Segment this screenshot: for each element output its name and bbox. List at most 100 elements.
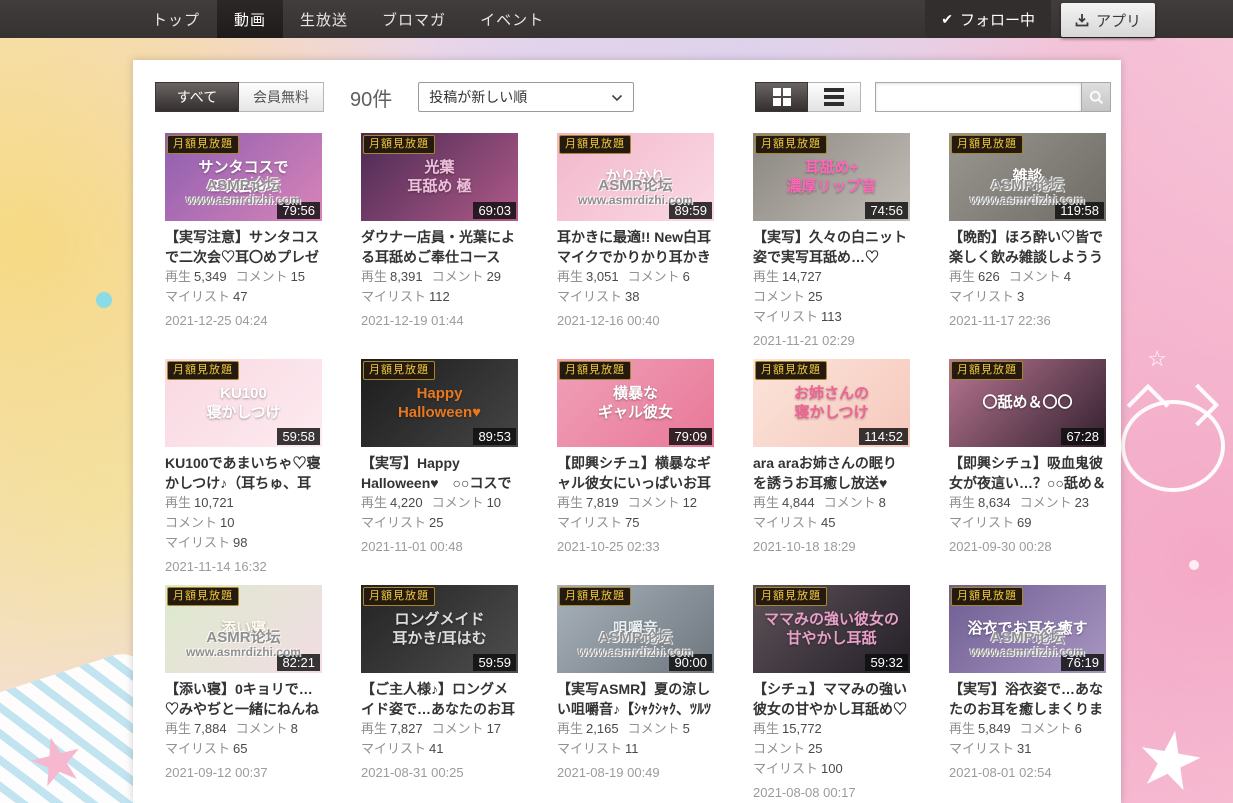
filter-tab-member-free[interactable]: 会員無料 <box>239 82 324 112</box>
video-title[interactable]: ダウナー店員・光葉による耳舐めご奉仕コース 【#い <box>361 227 518 267</box>
video-card[interactable]: ママみの強い彼女の 甘やかし耳舐 月額見放題 59:32 【シチュ】ママみの強い… <box>753 585 910 801</box>
duration-label: 69:03 <box>473 202 516 219</box>
video-stats: 再生4,844コメント8マイリスト45 <box>753 493 910 533</box>
video-card[interactable]: 雑談 月額見放題 119:58 ASMR论坛www.asmrdizhi.com … <box>949 133 1106 349</box>
video-title[interactable]: 【実写】久々の白ニット姿で実写耳舐め…♡ <box>753 227 910 267</box>
grid-icon <box>773 88 791 106</box>
stat-mylist: マイリスト41 <box>361 741 443 756</box>
thumbnail-caption: ママみの強い彼女の 甘やかし耳舐 <box>760 610 903 649</box>
thumbnail-caption: ロングメイド 耳かき/耳はむ <box>388 610 490 649</box>
video-stats: 再生626コメント4マイリスト3 <box>949 267 1106 307</box>
duration-label: 114:52 <box>859 428 908 445</box>
video-card[interactable]: 横暴な ギャル彼女 月額見放題 79:09 【即興シチュ】横暴なギャル彼女にいっ… <box>557 359 714 575</box>
video-card[interactable]: 耳舐め+ 濃厚リップ音 月額見放題 74:56 【実写】久々の白ニット姿で実写耳… <box>753 133 910 349</box>
filter-tabs: すべて会員無料 <box>155 82 324 112</box>
video-thumbnail[interactable]: お姉さんの 寝かしつけ 月額見放題 114:52 <box>753 359 910 447</box>
video-title[interactable]: 【実写】Happy Halloween♥ ○○コスでみんなを <box>361 453 518 493</box>
video-stats: 再生7,884コメント8マイリスト65 <box>165 719 322 759</box>
stat-comments: コメント23 <box>1020 495 1089 510</box>
monthly-subscription-badge: 月額見放題 <box>755 135 827 154</box>
video-title[interactable]: 【即興シチュ】吸血鬼彼女が夜這い…？○○舐め＆○ <box>949 453 1106 493</box>
video-thumbnail[interactable]: サンタコスで ２次会DA! 月額見放題 79:56 ASMR论坛www.asmr… <box>165 133 322 221</box>
stat-comments: コメント17 <box>432 721 501 736</box>
stat-comments: コメント5 <box>628 721 690 736</box>
video-thumbnail[interactable]: 雑談 月額見放題 119:58 ASMR论坛www.asmrdizhi.com <box>949 133 1106 221</box>
upload-date: 2021-12-19 01:44 <box>361 313 518 329</box>
thumbnail-caption: かりかり <box>601 167 669 187</box>
video-thumbnail[interactable]: 横暴な ギャル彼女 月額見放題 79:09 <box>557 359 714 447</box>
duration-label: 82:21 <box>277 654 320 671</box>
stat-mylist: マイリスト45 <box>753 515 835 530</box>
upload-date: 2021-11-21 02:29 <box>753 333 910 349</box>
nav-item-video[interactable]: 動画 <box>217 0 283 38</box>
video-thumbnail[interactable]: 光葉 耳舐め 極 月額見放題 69:03 <box>361 133 518 221</box>
star-decoration: ☆ <box>1147 348 1167 370</box>
video-card[interactable]: お姉さんの 寝かしつけ 月額見放題 114:52 ara araお姉さんの眠りを… <box>753 359 910 575</box>
duration-label: 67:28 <box>1061 428 1104 445</box>
video-card[interactable]: 咀嚼音 月額見放題 90:00 ASMR论坛www.asmrdizhi.com … <box>557 585 714 801</box>
sort-select[interactable]: 投稿が新しい順 <box>418 82 634 112</box>
video-thumbnail[interactable]: 添い寝 月額見放題 82:21 ASMR论坛www.asmrdizhi.com <box>165 585 322 673</box>
duration-label: 74:56 <box>865 202 908 219</box>
stat-mylist: マイリスト11 <box>557 741 639 756</box>
video-thumbnail[interactable]: KU100 寝かしつけ 月額見放題 59:58 <box>165 359 322 447</box>
stat-mylist: マイリスト31 <box>949 741 1031 756</box>
list-view-button[interactable] <box>808 82 861 112</box>
video-thumbnail[interactable]: 咀嚼音 月額見放題 90:00 ASMR论坛www.asmrdizhi.com <box>557 585 714 673</box>
search-input[interactable] <box>875 82 1081 112</box>
video-card[interactable]: 〇舐め＆〇〇 月額見放題 67:28 【即興シチュ】吸血鬼彼女が夜這い…？○○舐… <box>949 359 1106 575</box>
video-card[interactable]: Happy Halloween♥ 月額見放題 89:53 【実写】Happy H… <box>361 359 518 575</box>
video-card[interactable]: ロングメイド 耳かき/耳はむ 月額見放題 59:59 【ご主人様♪】ロングメイド… <box>361 585 518 801</box>
video-title[interactable]: 耳かきに最適!! New白耳マイクでかりかり耳かき＆寝 <box>557 227 714 267</box>
app-button[interactable]: アプリ <box>1061 3 1155 37</box>
video-title[interactable]: 【実写】浴衣姿で…あなたのお耳を癒しまくります♪ <box>949 679 1106 719</box>
thumbnail-caption: サンタコスで ２次会DA! <box>194 158 292 197</box>
nav-item-blomaga[interactable]: ブロマガ <box>365 0 463 38</box>
video-title[interactable]: 【実写注意】サンタコスで二次会♡耳〇めプレゼント <box>165 227 322 267</box>
video-thumbnail[interactable]: ママみの強い彼女の 甘やかし耳舐 月額見放題 59:32 <box>753 585 910 673</box>
video-title[interactable]: 【シチュ】ママみの強い彼女の甘やかし耳舐め♡【バ <box>753 679 910 719</box>
video-card[interactable]: 浴衣でお耳を癒す 月額見放題 76:19 ASMR论坛www.asmrdizhi… <box>949 585 1106 801</box>
monthly-subscription-badge: 月額見放題 <box>951 361 1023 380</box>
toolbar: すべて会員無料 90件 投稿が新しい順 <box>155 82 1111 112</box>
duration-label: 79:09 <box>669 428 712 445</box>
video-title[interactable]: 【実写ASMR】夏の涼しい咀嚼音♪【ｼｬｸｼｬｸ、ﾂﾙﾂﾙ、 <box>557 679 714 719</box>
video-title[interactable]: ara araお姉さんの眠りを誘うお耳癒し放送♥（耳か <box>753 453 910 493</box>
stat-comments: コメント8 <box>236 721 298 736</box>
nav-item-top[interactable]: トップ <box>135 0 217 38</box>
nav-item-event[interactable]: イベント <box>463 0 561 38</box>
video-card[interactable]: KU100 寝かしつけ 月額見放題 59:58 KU100であまいちゃ♡寝かしつ… <box>165 359 322 575</box>
top-navigation-bar: トップ動画生放送ブロマガイベント ✔ フォロー中 アプリ <box>0 0 1233 38</box>
video-title[interactable]: 【添い寝】0キョリで…♡みやぢと一緒にねんねしよ <box>165 679 322 719</box>
video-thumbnail[interactable]: かりかり 月額見放題 89:59 ASMR论坛www.asmrdizhi.com <box>557 133 714 221</box>
result-count: 90件 <box>350 83 392 112</box>
upload-date: 2021-11-17 22:36 <box>949 313 1106 329</box>
video-thumbnail[interactable]: Happy Halloween♥ 月額見放題 89:53 <box>361 359 518 447</box>
following-button[interactable]: ✔ フォロー中 <box>925 0 1051 38</box>
upload-date: 2021-09-12 00:37 <box>165 765 322 781</box>
video-thumbnail[interactable]: 耳舐め+ 濃厚リップ音 月額見放題 74:56 <box>753 133 910 221</box>
monthly-subscription-badge: 月額見放題 <box>559 135 631 154</box>
stat-mylist: マイリスト25 <box>361 515 443 530</box>
video-card[interactable]: かりかり 月額見放題 89:59 ASMR论坛www.asmrdizhi.com… <box>557 133 714 349</box>
thumbnail-caption: 光葉 耳舐め 極 <box>403 158 475 197</box>
search-button[interactable] <box>1081 82 1111 112</box>
video-title[interactable]: 【即興シチュ】横暴なギャル彼女にいっぱいお耳を責 <box>557 453 714 493</box>
video-thumbnail[interactable]: 〇舐め＆〇〇 月額見放題 67:28 <box>949 359 1106 447</box>
stat-comments: コメント4 <box>1009 269 1071 284</box>
video-card[interactable]: サンタコスで ２次会DA! 月額見放題 79:56 ASMR论坛www.asmr… <box>165 133 322 349</box>
video-thumbnail[interactable]: 浴衣でお耳を癒す 月額見放題 76:19 ASMR论坛www.asmrdizhi… <box>949 585 1106 673</box>
filter-tab-all[interactable]: すべて <box>155 82 239 112</box>
duration-label: 89:59 <box>669 202 712 219</box>
thumbnail-caption: 〇舐め＆〇〇 <box>978 393 1076 413</box>
video-card[interactable]: 光葉 耳舐め 極 月額見放題 69:03 ダウナー店員・光葉による耳舐めご奉仕コ… <box>361 133 518 349</box>
video-card[interactable]: 添い寝 月額見放題 82:21 ASMR论坛www.asmrdizhi.com … <box>165 585 322 801</box>
stat-mylist: マイリスト113 <box>753 309 842 324</box>
stat-views: 再生14,727 <box>753 269 822 284</box>
video-title[interactable]: 【晩酌】ほろ酔い♡皆で楽しく飲み雑談しよううう！ <box>949 227 1106 267</box>
nav-item-live[interactable]: 生放送 <box>283 0 365 38</box>
video-title[interactable]: KU100であまいちゃ♡寝かしつけ♪（耳ちゅ、耳舐 <box>165 453 322 493</box>
grid-view-button[interactable] <box>755 82 808 112</box>
video-title[interactable]: 【ご主人様♪】ロングメイド姿で…あなたのお耳を癒 <box>361 679 518 719</box>
video-thumbnail[interactable]: ロングメイド 耳かき/耳はむ 月額見放題 59:59 <box>361 585 518 673</box>
